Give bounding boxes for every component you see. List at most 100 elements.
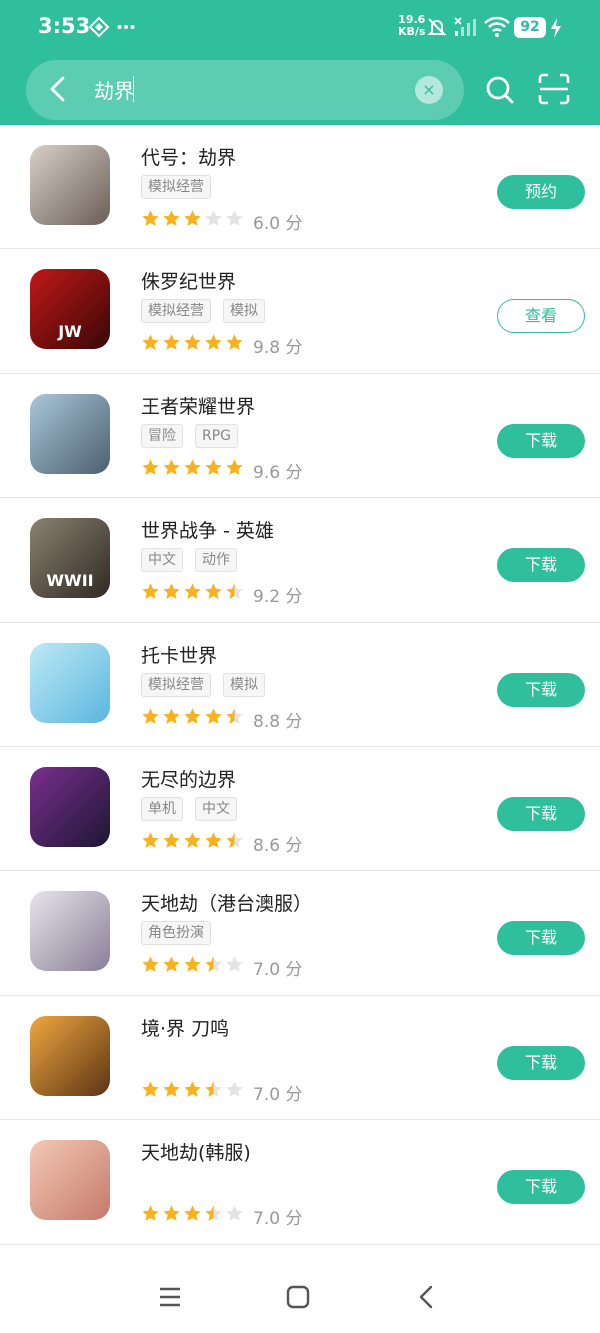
app-tag: 模拟经营 [141, 672, 211, 697]
app-name[interactable]: 托卡世界 [141, 641, 217, 668]
app-icon[interactable] [30, 393, 110, 474]
app-action-button[interactable]: 下载 [497, 1170, 585, 1205]
signal-icon [454, 17, 476, 36]
star-filled-icon [163, 707, 180, 724]
app-name[interactable]: 无尽的边界 [141, 765, 236, 792]
app-name[interactable]: 天地劫（港台澳服） [141, 889, 312, 916]
network-speed: 19.6 KB/s [398, 14, 425, 38]
rating-stars [141, 831, 246, 853]
search-results-list: 代号：劫界 模拟经营 6.0 分预约 JW 侏罗纪世界 模拟经营 模拟 9.8 分查看 王者荣耀… [0, 125, 600, 1245]
rating-score: 7.0 分 [253, 1209, 303, 1230]
star-filled-icon [184, 832, 201, 848]
rating-score: 7.0 分 [253, 1084, 303, 1105]
scan-icon[interactable] [537, 72, 571, 106]
app-list-item[interactable]: 境·界 刀鸣 7.0 分 下载 [0, 996, 600, 1121]
app-tags: 冒险 RPG [141, 423, 250, 448]
star-empty-icon [226, 210, 243, 226]
app-list-item[interactable]: 天地劫(韩服) 7.0 分 下载 [0, 1120, 600, 1245]
star-filled-icon [163, 1205, 180, 1222]
app-list-item[interactable]: 托卡世界 模拟经营 模拟 8.8 分 下载 [0, 623, 600, 747]
app-action-button[interactable]: 下载 [497, 548, 585, 583]
rating-stars [141, 955, 246, 977]
app-tag: 模拟 [223, 672, 265, 697]
star-empty-icon [226, 1081, 243, 1097]
rating-stars [141, 1204, 246, 1226]
star-filled-icon [163, 459, 180, 475]
mute-bell-icon [427, 18, 447, 36]
app-icon[interactable] [30, 766, 110, 847]
app-name[interactable]: 代号：劫界 [141, 143, 236, 170]
search-bar[interactable] [26, 60, 464, 120]
star-filled-icon [163, 832, 180, 848]
app-action-button[interactable]: 下载 [497, 796, 585, 831]
app-tag: 模拟 [223, 299, 265, 324]
app-icon[interactable] [30, 1015, 110, 1096]
star-empty-icon [226, 1205, 243, 1222]
app-list-item[interactable]: 无尽的边界单机 中文 8.6 分 下载 [0, 747, 600, 872]
app-action-button[interactable]: 下载 [497, 672, 585, 707]
app-action-button[interactable]: 预约 [497, 175, 585, 209]
app-list-item[interactable]: JW 侏罗纪世界 模拟经营 模拟 9.8 分 查看 [0, 249, 600, 374]
back-arrow-icon[interactable] [44, 74, 74, 104]
star-filled-icon [184, 956, 201, 973]
app-tag: RPG [195, 423, 239, 448]
star-filled-icon [163, 956, 180, 973]
app-action-button[interactable]: 下载 [497, 921, 585, 956]
app-list-item[interactable]: 天地劫（港台澳服） 角色扮演 7.0 分 下载 [0, 871, 600, 996]
rating-stars [141, 582, 246, 604]
app-action-button[interactable]: 查看 [497, 299, 585, 334]
rating-score: 8.6 分 [253, 835, 303, 856]
star-filled-icon [184, 334, 201, 351]
app-tags: 单机 中文 [141, 796, 249, 821]
rating-stars [141, 707, 246, 729]
star-filled-icon [184, 459, 201, 475]
app-tag: 单机 [141, 796, 183, 821]
app-tag: 冒险 [141, 423, 183, 448]
clear-icon[interactable]: × [415, 76, 443, 104]
app-tags: 模拟经营 模拟 [141, 299, 277, 324]
star-filled-icon [142, 210, 159, 226]
star-filled-icon [184, 583, 201, 600]
rating-score: 6.0 分 [253, 214, 303, 234]
app-name[interactable]: 境·界 刀鸣 [141, 1014, 229, 1041]
home-icon[interactable] [283, 1282, 313, 1312]
app-icon[interactable]: WWII [30, 518, 110, 599]
nfc-icon [88, 16, 110, 38]
star-filled-icon [142, 459, 159, 475]
star-half-icon [205, 1205, 222, 1222]
app-action-button[interactable]: 下载 [497, 1045, 585, 1080]
star-filled-icon [142, 832, 159, 848]
app-name[interactable]: 世界战争 - 英雄 [141, 516, 274, 543]
star-filled-icon [163, 583, 180, 600]
star-filled-icon [163, 210, 180, 226]
app-list-item[interactable]: 王者荣耀世界 冒险 RPG 9.6 分 下载 [0, 374, 600, 499]
star-half-icon [205, 956, 222, 973]
back-icon[interactable] [412, 1282, 442, 1312]
app-action-button[interactable]: 下载 [497, 423, 585, 458]
app-name[interactable]: 王者荣耀世界 [141, 392, 255, 419]
search-icon[interactable] [484, 74, 516, 106]
star-half-icon [226, 583, 243, 600]
star-half-icon [226, 832, 243, 848]
app-list-item[interactable]: 代号：劫界 模拟经营 6.0 分 预约 [0, 125, 600, 250]
app-icon[interactable] [30, 642, 110, 723]
menu-icon[interactable] [155, 1282, 185, 1312]
star-filled-icon [163, 1081, 180, 1097]
star-empty-icon [226, 956, 243, 973]
app-icon[interactable] [30, 1140, 110, 1221]
app-icon[interactable]: JW [30, 269, 110, 350]
star-filled-icon [184, 1081, 201, 1097]
star-filled-icon [205, 707, 222, 724]
app-list-item[interactable]: WWII 世界战争 - 英雄 中文 动作 9.2 分下载 [0, 498, 600, 623]
app-name[interactable]: 侏罗纪世界 [141, 267, 236, 294]
star-filled-icon [226, 334, 243, 351]
star-filled-icon [163, 334, 180, 351]
app-icon[interactable] [30, 891, 110, 972]
app-tag: 角色扮演 [141, 921, 211, 946]
rating-score: 7.0 分 [253, 960, 303, 981]
app-icon[interactable] [30, 145, 110, 225]
search-input[interactable]: 劫界 [94, 75, 134, 104]
battery-icon: 92 [514, 17, 546, 38]
app-name[interactable]: 天地劫(韩服) [141, 1138, 251, 1165]
app-tag: 动作 [195, 548, 237, 573]
